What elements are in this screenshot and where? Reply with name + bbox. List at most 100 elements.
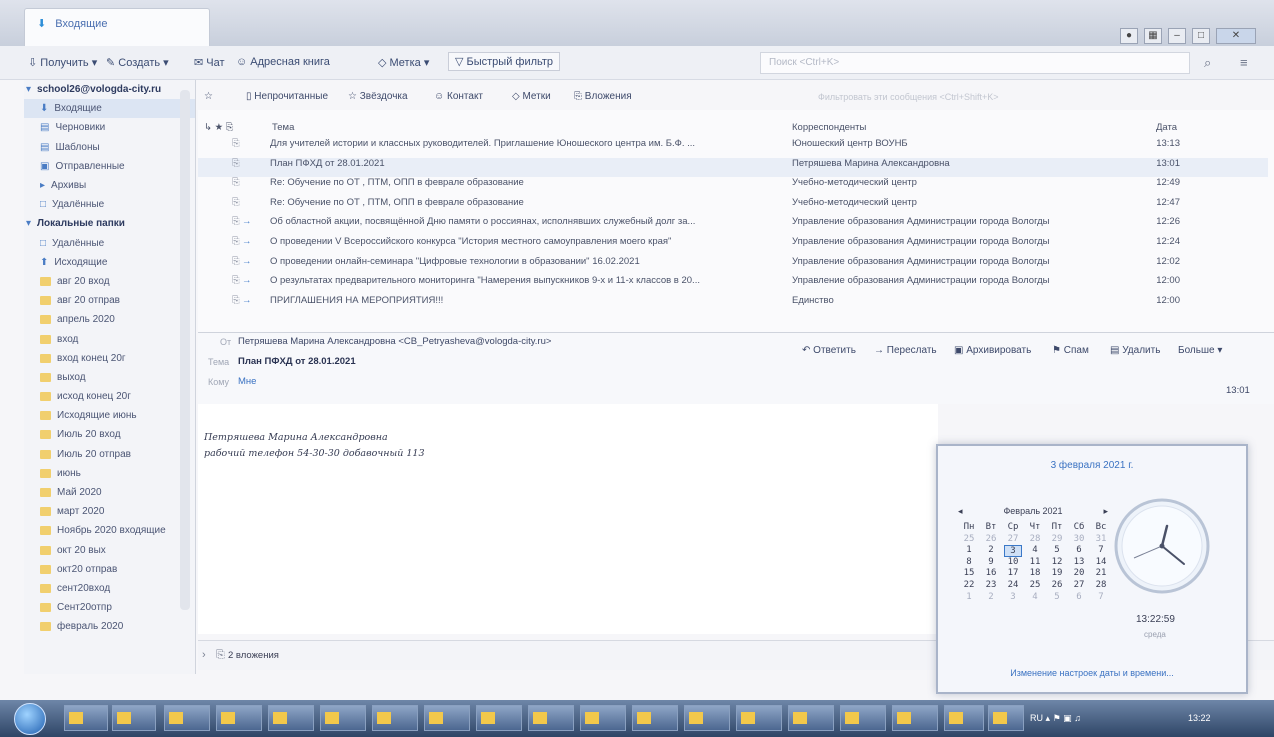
sidebar-folder[interactable]: Сент20отпр [24,598,195,617]
sidebar-folder[interactable]: исход конец 20г [24,387,195,406]
sidebar-folder[interactable]: апрель 2020 [24,310,195,329]
taskbar-app[interactable] [788,705,834,731]
table-row[interactable]: ⎘ → ПРИГЛАШЕНИЯ НА МЕРОПРИЯТИЯ!!! Единст… [198,295,1268,315]
sidebar-folder[interactable]: Исходящие июнь [24,406,195,425]
volume-icon[interactable]: ♫ [1074,713,1081,723]
taskbar-app[interactable] [892,705,938,731]
next-month-icon[interactable]: ▸ [1103,506,1108,517]
taskbar-app[interactable] [632,705,678,731]
taskbar-app[interactable] [840,705,886,731]
sidebar-folder[interactable]: авг 20 отправ [24,291,195,310]
taskbar-app[interactable] [112,705,156,731]
sidebar-folder[interactable]: вход [24,329,195,348]
filter-tags[interactable]: ◇ Метки [512,91,551,102]
pin-icon[interactable]: ☆ [204,91,213,102]
tag-button[interactable]: ◇ Метка ▾ [378,56,429,69]
delete-button[interactable]: ▤ Удалить [1110,345,1160,356]
sidebar-item-trash[interactable]: □ Удалённые [24,195,195,214]
full-date[interactable]: 3 февраля 2021 г. [938,460,1246,471]
close-button[interactable]: ✕ [1216,28,1256,44]
sidebar-folder[interactable]: вход конец 20г [24,349,195,368]
table-row[interactable]: ⎘ → О проведении V Всероссийского конкур… [198,236,1268,256]
table-row[interactable]: ⎘ Re: Обучение по ОТ , ПТМ, ОПП в феврал… [198,177,1268,197]
maximize-button[interactable]: □ [1192,28,1210,44]
create-button[interactable]: ✎ Создать ▾ [106,56,169,69]
tab-inbox[interactable]: ⬇ Входящие [24,8,210,46]
table-row[interactable]: ⎘ Для учителей истории и классных руково… [198,138,1268,158]
column-date[interactable]: Дата [1156,122,1177,133]
reply-button[interactable]: ↶ Ответить [802,345,856,356]
filter-attachments[interactable]: ⎘ Вложения [574,91,632,102]
taskbar-app[interactable] [268,705,314,731]
to-value[interactable]: Мне [238,376,256,387]
change-datetime-link[interactable]: Изменение настроек даты и времени... [938,668,1246,678]
table-row[interactable]: ⎘ План ПФХД от 28.01.2021 Петряшева Мари… [198,157,1268,178]
taskbar-app[interactable] [736,705,782,731]
column-thread-star[interactable]: ↳ ★ ⎘ [204,122,233,133]
sidebar-folder[interactable]: Ноябрь 2020 входящие [24,521,195,540]
app-menu-icon[interactable]: ● [1120,28,1138,44]
sidebar-item-templates[interactable]: ▤ Шаблоны [24,138,195,157]
sidebar-folder[interactable]: Июль 20 отправ [24,445,195,464]
filter-messages-input[interactable]: Фильтровать эти сообщения <Ctrl+Shift+K> [818,92,999,102]
taskbar-app[interactable] [372,705,418,731]
minimize-button[interactable]: – [1168,28,1186,44]
taskbar-app[interactable] [64,705,108,731]
table-row[interactable]: ⎘ → Об областной акции, посвящённой Дню … [198,216,1268,236]
table-row[interactable]: ⎘ Re: Обучение по ОТ , ПТМ, ОПП в феврал… [198,197,1268,217]
chat-button[interactable]: ✉ Чат [194,56,225,69]
tray-expand-icon[interactable]: ▴ [1046,713,1051,723]
filter-unread[interactable]: ▯ Непрочитанные [246,91,328,102]
sidebar-item-local-trash[interactable]: □ Удалённые [24,234,195,253]
network-icon[interactable]: ▣ [1063,713,1072,723]
today-cell[interactable]: 3 [1004,545,1022,557]
menu-icon[interactable]: ≡ [1240,55,1248,70]
column-correspondents[interactable]: Корреспонденты [792,122,866,133]
start-button[interactable] [14,703,46,735]
address-book-button[interactable]: ☺ Адресная книга [236,56,330,68]
quick-filter-button[interactable]: ▽ Быстрый фильтр [448,52,561,71]
taskbar-app[interactable] [944,705,984,731]
taskbar-app[interactable] [684,705,730,731]
spam-button[interactable]: ⚑ Спам [1052,345,1089,356]
sidebar-folder[interactable]: Июль 20 вход [24,425,195,444]
sidebar-folder[interactable]: окт20 отправ [24,560,195,579]
sidebar-folder[interactable]: март 2020 [24,502,195,521]
search-input[interactable]: Поиск <Ctrl+K> [760,52,1190,74]
account-item[interactable]: ▾ school26@vologda-city.ru [24,80,195,99]
prev-month-icon[interactable]: ◂ [958,506,963,517]
taskbar-clock[interactable]: 13:22 [1188,713,1211,723]
sidebar-item-sent[interactable]: ▣ Отправленные [24,157,195,176]
sidebar-item-outbox[interactable]: ⬆ Исходящие [24,253,195,272]
more-button[interactable]: Больше ▾ [1178,345,1222,356]
calendar-icon[interactable]: ▦ [1144,28,1162,44]
sidebar-folder[interactable]: февраль 2020 [24,617,195,636]
taskbar-app[interactable] [580,705,626,731]
taskbar-app[interactable] [988,705,1024,731]
forward-button[interactable]: → Переслать [874,345,937,356]
table-row[interactable]: ⎘ → О результатах предварительного монит… [198,275,1268,295]
sidebar-item-drafts[interactable]: ▤ Черновики [24,118,195,137]
taskbar-app[interactable] [216,705,262,731]
sidebar-folder[interactable]: авг 20 вход [24,272,195,291]
search-icon[interactable]: ⌕ [1204,55,1211,71]
sidebar-folder[interactable]: июнь [24,464,195,483]
folder-scrollbar[interactable] [180,90,190,610]
taskbar-app[interactable] [528,705,574,731]
taskbar-app[interactable] [424,705,470,731]
get-messages-button[interactable]: ⇩ Получить ▾ [28,56,97,69]
sidebar-item-archives[interactable]: ▸ Архивы [24,176,195,195]
expand-icon[interactable]: › [202,649,206,661]
month-label[interactable]: Февраль 2021 [1003,506,1062,517]
filter-starred[interactable]: ☆ Звёздочка [348,91,408,102]
language-indicator[interactable]: RU [1030,713,1043,723]
taskbar-app[interactable] [164,705,210,731]
sidebar-item-inbox[interactable]: ⬇ Входящие [24,99,195,119]
from-value[interactable]: Петряшева Марина Александровна <CB_Petry… [238,336,551,347]
sidebar-folder[interactable]: Май 2020 [24,483,195,502]
sidebar-folder[interactable]: выход [24,368,195,387]
taskbar-app[interactable] [476,705,522,731]
column-subject[interactable]: Тема [272,122,294,133]
table-row[interactable]: ⎘ → О проведении онлайн-семинара "Цифров… [198,256,1268,276]
filter-contact[interactable]: ☺ Контакт [434,91,483,102]
